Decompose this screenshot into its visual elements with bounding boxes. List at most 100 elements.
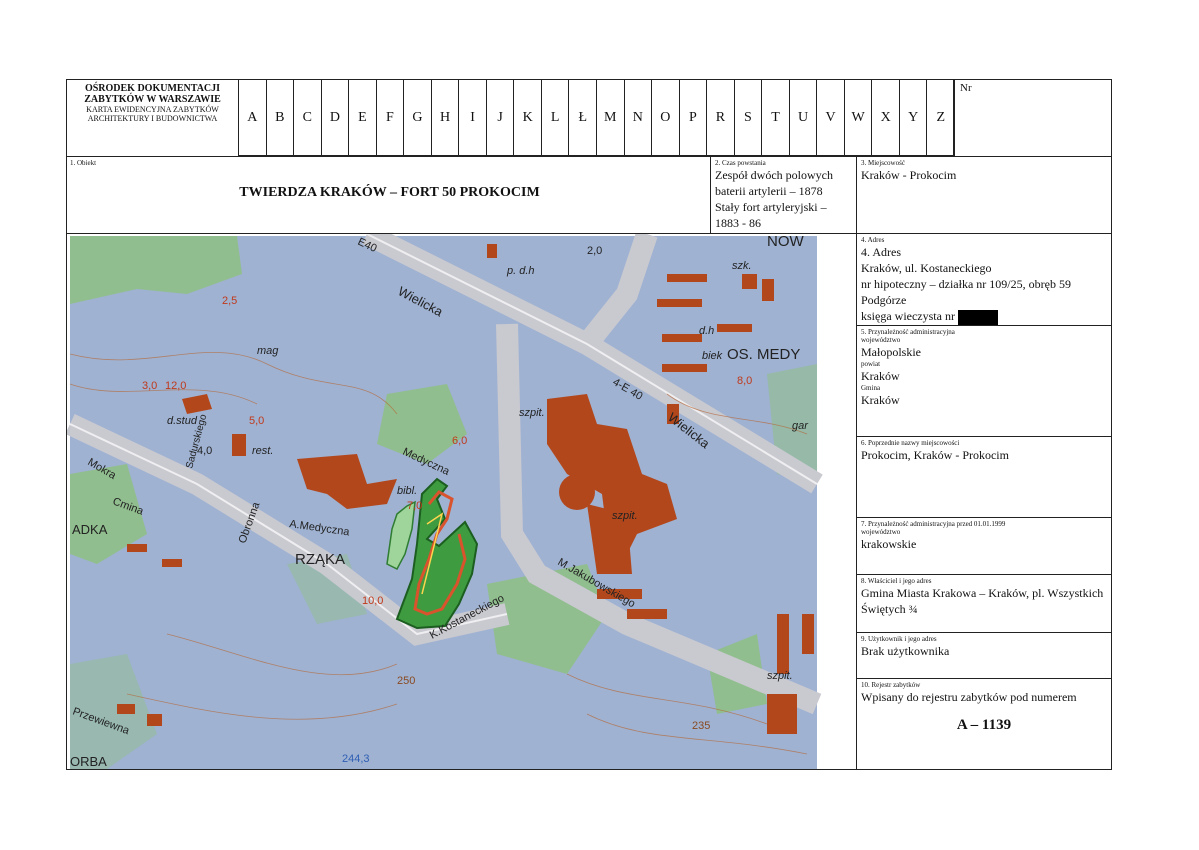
czas-label: 2. Czas powstania (715, 159, 766, 167)
label-biek: biek (702, 350, 723, 362)
rejestr-number: A – 1139 (956, 717, 1012, 733)
label-gar: gar (792, 420, 809, 432)
obiekt-label: 1. Obiekt (70, 159, 97, 167)
woj-value: Małopolskie (861, 345, 921, 359)
label-nowa: NOW (767, 234, 805, 250)
uzytkownik-label: 9. Użytkownik i jego adres (861, 635, 937, 643)
index-letter-6: G (403, 79, 432, 156)
miejscowosc-label: 3. Miejscowość (861, 159, 905, 167)
index-letter-14: N (623, 79, 653, 156)
powiat-label: powiat (861, 360, 881, 368)
label-mag: mag (257, 345, 279, 357)
woj-label: województwo (861, 336, 901, 344)
adres-line1: 4. Adres (861, 245, 901, 259)
label-num-30a: 3,0 (142, 380, 157, 392)
index-letter-10: K (513, 79, 542, 156)
label-rzaka: RZĄKA (295, 551, 345, 568)
index-letter-5: F (375, 79, 405, 156)
label-bibl: bibl. (397, 485, 417, 497)
index-letter-0: A (238, 79, 267, 156)
index-letter-19: T (761, 79, 790, 156)
adres-line5: księga wieczysta nr (861, 309, 955, 323)
wlasciciel-label: 8. Właściciel i jego adres (861, 577, 932, 585)
index-letter-22: W (843, 79, 873, 156)
adres-line3: nr hipoteczny – działka nr 109/25, obręb… (861, 277, 1071, 291)
adm99-label: 7. Przynależność administracyjna przed 0… (861, 520, 1006, 528)
index-letter-21: V (816, 79, 845, 156)
site-map: Wielicka Wielicka E40 4-E 40 mag d.stud … (67, 234, 856, 769)
record-card: OŚRODEK DOKUMENTACJI ZABYTKÓW W WARSZAWI… (66, 79, 1112, 770)
label-adka: ADKA (72, 522, 108, 537)
field-wlasciciel: 8. Właściciel i jego adres Gmina Miasta … (856, 574, 1112, 633)
label-szpit-3: szpit. (767, 670, 793, 682)
map-background (70, 236, 817, 769)
wlasciciel-value: Gmina Miasta Krakowa – Kraków, pl. Wszys… (861, 586, 1104, 616)
label-num-60: 6,0 (452, 435, 467, 447)
index-letter-25: Z (926, 79, 955, 156)
index-letter-1: B (265, 79, 295, 156)
index-letter-16: P (678, 79, 708, 156)
czas-line3: Stały fort artyleryjski – (715, 200, 827, 214)
label-szk: szk. (732, 260, 752, 272)
issuer-box: OŚRODEK DOKUMENTACJI ZABYTKÓW W WARSZAWI… (66, 79, 239, 157)
label-elev-2443: 244,3 (342, 753, 370, 765)
index-letter-11: L (540, 79, 570, 156)
map-frame: Wielicka Wielicka E40 4-E 40 mag d.stud … (66, 233, 857, 770)
miejscowosc-value: Kraków - Prokocim (861, 168, 957, 182)
czas-line4: 1883 - 86 (715, 216, 761, 230)
index-letter-13: M (596, 79, 625, 156)
field-uzytkownik: 9. Użytkownik i jego adres Brak użytkown… (856, 632, 1112, 679)
label-dh: d.h (699, 325, 714, 337)
poprzednie-value: Prokocim, Kraków - Prokocim (861, 448, 1009, 462)
field-czas: 2. Czas powstania Zespół dwóch polowych … (710, 156, 857, 234)
redaction-block (957, 309, 998, 325)
index-letter-9: J (485, 79, 515, 156)
poprzednie-label: 6. Poprzednie nazwy miejscowości (861, 439, 960, 447)
nr-label: Nr (960, 82, 972, 94)
label-dstud: d.stud (167, 415, 198, 427)
label-elev-250: 250 (397, 675, 415, 687)
adres-line2: Kraków, ul. Kostaneckiego (861, 261, 992, 275)
card-type-2: ARCHITEKTURY I BUDOWNICTWA (87, 114, 218, 123)
adres-line4: Podgórze (861, 293, 907, 307)
czas-line1: Zespół dwóch polowych (715, 168, 833, 182)
index-letter-15: O (651, 79, 680, 156)
index-letter-24: Y (898, 79, 928, 156)
adres-label: 4. Adres (861, 236, 885, 244)
gmina-label: Gmina (861, 384, 881, 392)
field-przynaleznosc-1999: 7. Przynależność administracyjna przed 0… (856, 517, 1112, 575)
adm99-value: krakowskie (861, 537, 917, 551)
czas-line2: baterii artylerii – 1878 (715, 184, 823, 198)
index-letter-20: U (788, 79, 818, 156)
index-letter-23: X (871, 79, 900, 156)
adm99-woj-label: województwo (861, 528, 901, 536)
index-letter-2: C (293, 79, 322, 156)
uzytkownik-value: Brak użytkownika (861, 644, 950, 658)
index-letter-17: R (706, 79, 735, 156)
label-num-120: 12,0 (165, 380, 186, 392)
field-miejscowosc: 3. Miejscowość Kraków - Prokocim (856, 156, 1112, 234)
nr-box: Nr (953, 79, 1112, 157)
index-letter-12: Ł (568, 79, 597, 156)
label-num-40: 4,0 (197, 445, 212, 457)
label-orba: ORBA (70, 754, 107, 769)
label-szpit-2: szpit. (612, 510, 638, 522)
gmina-value: Kraków (861, 393, 900, 407)
card-type-1: KARTA EWIDENCYJNA ZABYTKÓW (86, 105, 219, 114)
index-letter-8: I (458, 79, 487, 156)
rejestr-value: Wpisany do rejestru zabytków pod numerem (861, 690, 1077, 704)
field-przynaleznosc: 5. Przynależność administracyjna wojewód… (856, 325, 1112, 437)
index-letter-4: E (348, 79, 377, 156)
field-obiekt: 1. Obiekt TWIERDZA KRAKÓW – FORT 50 PROK… (66, 156, 711, 234)
powiat-value: Kraków (861, 369, 900, 383)
label-rest: rest. (252, 445, 273, 457)
org-name-1: OŚRODEK DOKUMENTACJI (84, 83, 221, 94)
label-num-20: 2,0 (587, 245, 602, 257)
label-os-medy: OS. MEDY (727, 346, 800, 363)
label-num-100: 10,0 (362, 595, 383, 607)
adres-line5-row: księga wieczysta nr (861, 308, 1107, 325)
label-num-80: 8,0 (737, 375, 752, 387)
field-adres: 4. Adres 4. Adres Kraków, ul. Kostanecki… (856, 233, 1112, 326)
field-poprzednie-nazwy: 6. Poprzednie nazwy miejscowości Prokoci… (856, 436, 1112, 518)
adm-label: 5. Przynależność administracyjna (861, 328, 955, 336)
